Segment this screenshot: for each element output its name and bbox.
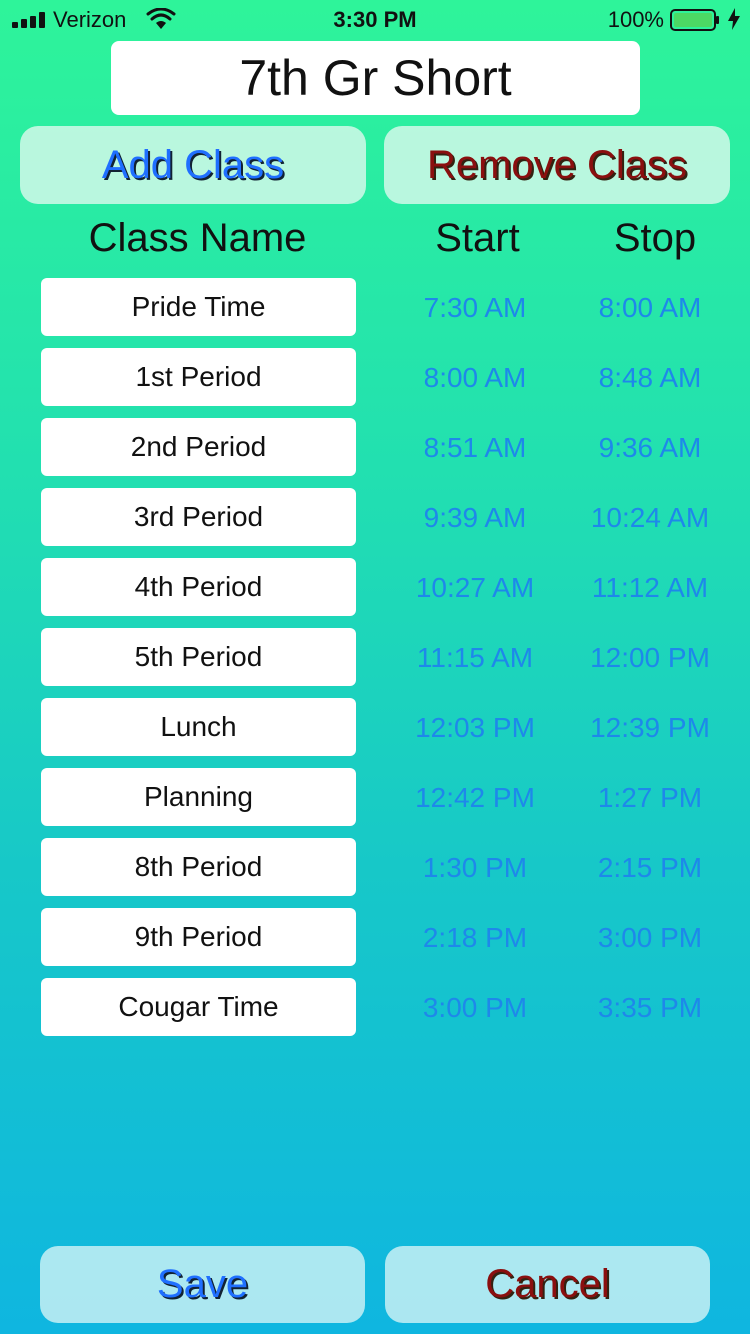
class-row: Pride Time 7:30 AM 8:00 AM (0, 278, 750, 336)
start-time[interactable]: 10:27 AM (395, 572, 555, 604)
class-row: Planning 12:42 PM 1:27 PM (0, 768, 750, 826)
start-time[interactable]: 2:18 PM (395, 922, 555, 954)
start-time[interactable]: 7:30 AM (395, 292, 555, 324)
stop-time[interactable]: 10:24 AM (570, 502, 730, 534)
stop-time[interactable]: 9:36 AM (570, 432, 730, 464)
start-time[interactable]: 3:00 PM (395, 992, 555, 1024)
charging-bolt-icon (728, 8, 740, 30)
status-bar: Verizon 3:30 PM 100% (0, 0, 750, 40)
stop-time[interactable]: 3:00 PM (570, 922, 730, 954)
class-name-field[interactable]: 8th Period (41, 838, 356, 896)
stop-time[interactable]: 12:39 PM (570, 712, 730, 744)
stop-time[interactable]: 8:48 AM (570, 362, 730, 394)
start-time[interactable]: 9:39 AM (395, 502, 555, 534)
schedule-title-field[interactable]: 7th Gr Short (111, 41, 640, 115)
save-button[interactable]: Save (40, 1246, 365, 1323)
class-name-field[interactable]: 9th Period (41, 908, 356, 966)
class-row: 9th Period 2:18 PM 3:00 PM (0, 908, 750, 966)
stop-time[interactable]: 1:27 PM (570, 782, 730, 814)
class-name-field[interactable]: Cougar Time (41, 978, 356, 1036)
stop-time[interactable]: 2:15 PM (570, 852, 730, 884)
class-row: Cougar Time 3:00 PM 3:35 PM (0, 978, 750, 1036)
start-time[interactable]: 8:51 AM (395, 432, 555, 464)
class-name-field[interactable]: 2nd Period (41, 418, 356, 476)
class-name-field[interactable]: 5th Period (41, 628, 356, 686)
class-row: Lunch 12:03 PM 12:39 PM (0, 698, 750, 756)
battery-percent: 100% (607, 7, 664, 32)
start-time[interactable]: 12:42 PM (395, 782, 555, 814)
class-name-field[interactable]: Lunch (41, 698, 356, 756)
stop-time[interactable]: 8:00 AM (570, 292, 730, 324)
start-time[interactable]: 12:03 PM (395, 712, 555, 744)
class-row: 3rd Period 9:39 AM 10:24 AM (0, 488, 750, 546)
add-class-button[interactable]: Add Class (20, 126, 366, 204)
class-name-field[interactable]: Pride Time (41, 278, 356, 336)
class-row: 4th Period 10:27 AM 11:12 AM (0, 558, 750, 616)
battery-icon (670, 9, 719, 31)
stop-time[interactable]: 12:00 PM (570, 642, 730, 674)
cancel-button[interactable]: Cancel (385, 1246, 710, 1323)
class-name-field[interactable]: 1st Period (41, 348, 356, 406)
class-row: 2nd Period 8:51 AM 9:36 AM (0, 418, 750, 476)
class-row: 8th Period 1:30 PM 2:15 PM (0, 838, 750, 896)
stop-time[interactable]: 11:12 AM (570, 572, 730, 604)
class-row: 5th Period 11:15 AM 12:00 PM (0, 628, 750, 686)
stop-header: Stop (613, 216, 697, 260)
class-name-field[interactable]: Planning (41, 768, 356, 826)
start-time[interactable]: 1:30 PM (395, 852, 555, 884)
remove-class-button[interactable]: Remove Class (384, 126, 730, 204)
class-name-field[interactable]: 3rd Period (41, 488, 356, 546)
class-name-field[interactable]: 4th Period (41, 558, 356, 616)
start-time[interactable]: 8:00 AM (395, 362, 555, 394)
class-row: 1st Period 8:00 AM 8:48 AM (0, 348, 750, 406)
class-name-header: Class Name (88, 216, 307, 260)
start-header: Start (435, 216, 520, 260)
stop-time[interactable]: 3:35 PM (570, 992, 730, 1024)
start-time[interactable]: 11:15 AM (395, 642, 555, 674)
